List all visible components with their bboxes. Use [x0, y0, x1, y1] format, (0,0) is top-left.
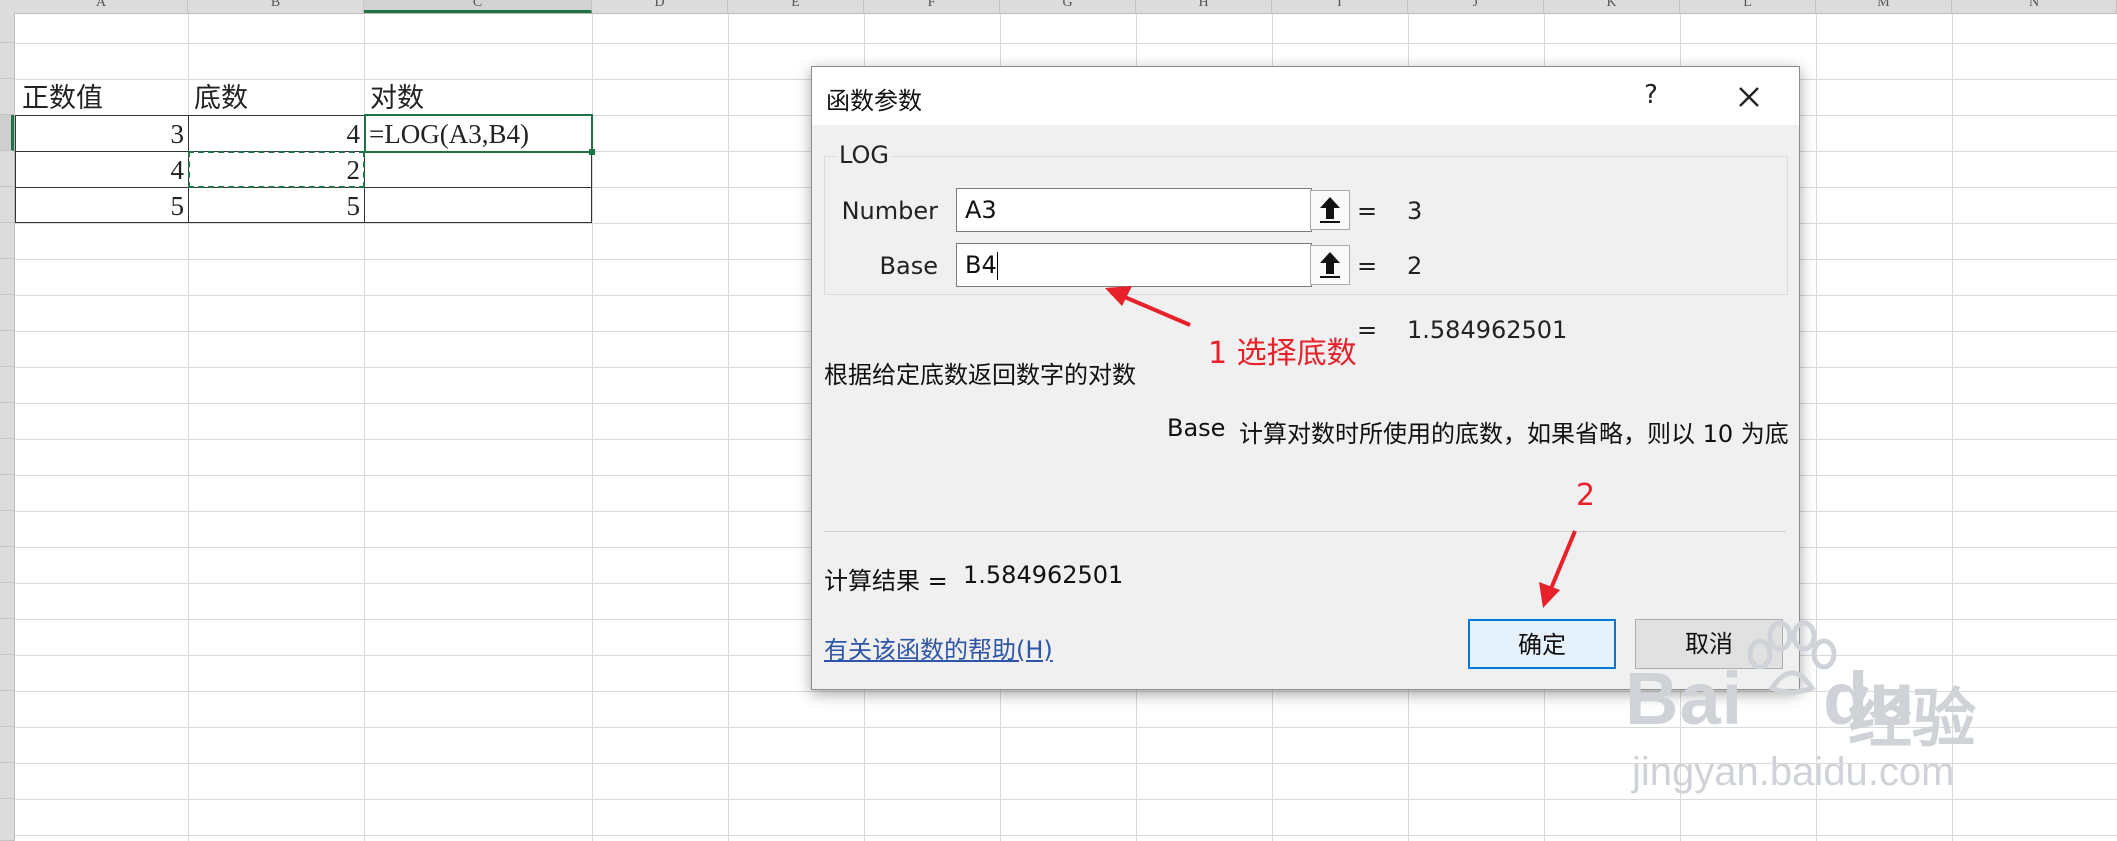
step1-annotation: 1 选择底数: [1208, 336, 1357, 371]
watermark-brand-left: Bai: [1625, 657, 1744, 740]
step2-annotation: 2: [1576, 478, 1596, 513]
step2-arrow: [1539, 530, 1577, 608]
watermark-brand-cn: 经验: [1848, 683, 1976, 755]
watermark-url: jingyan.baidu.com: [1632, 750, 1955, 794]
step1-arrow: [1105, 286, 1191, 327]
